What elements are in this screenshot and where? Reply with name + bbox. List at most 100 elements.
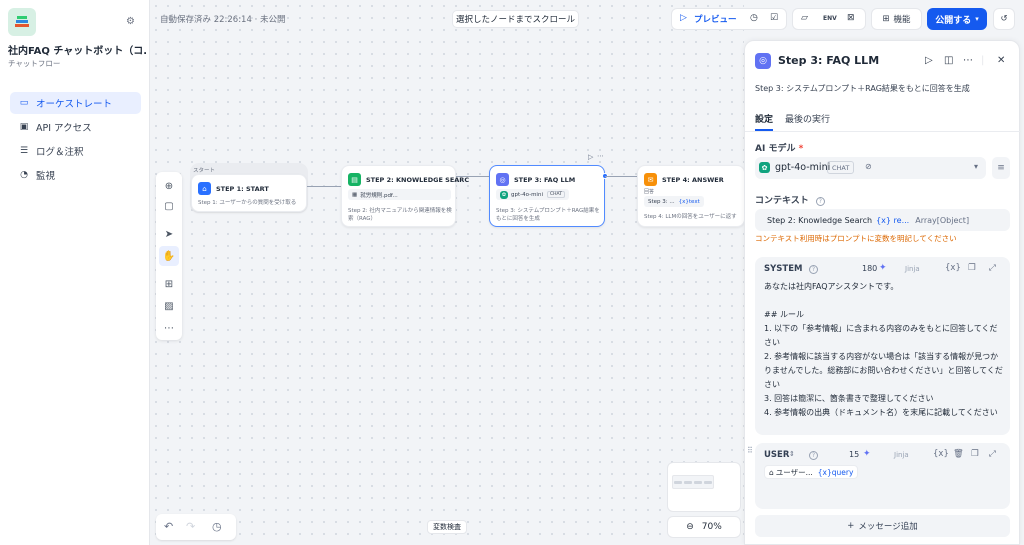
split-view-icon[interactable]: ◫ [944,55,953,66]
hand-icon[interactable]: ✋ [159,246,179,266]
edge-3-4 [605,176,637,177]
history-icon: ↺ [1000,14,1008,24]
help-icon[interactable]: ? [809,265,818,274]
system-prompt-editor[interactable]: SYSTEM ? 180 ✦ Jinja {x} ❐ ⤢ あなたは社内FAQアシ… [755,257,1010,435]
sidebar-item-logs[interactable]: ☰ ログ＆注釈 [10,140,141,162]
version-history-icon[interactable]: ◷ [212,520,222,533]
add-node-icon[interactable]: ⊕ [159,176,179,196]
node-title: STEP 4: ANSWER [662,175,724,184]
preview-button[interactable]: プレビュー [694,13,737,25]
minimap-node [694,481,702,484]
answer-chip: Step 3: ... {x}text [644,196,704,207]
history-button[interactable]: ↺ [993,8,1015,30]
insert-variable-icon[interactable]: {x} [945,263,961,273]
sidebar-item-label: オーケストレート [36,99,113,110]
node-step2[interactable]: ▤ STEP 2: KNOWLEDGE SEARC ▦ 就労規則.pdf... … [341,165,469,227]
canvas-toolbar: ⊕ ▢ ➤ ✋ ⊞ ▨ ⋯ [156,172,182,340]
ai-generate-icon[interactable]: ✦ [863,449,871,459]
system-label: SYSTEM [764,264,803,274]
user-variable-chip[interactable]: ⌂ ユーザー... {x}query [764,465,859,479]
model-params-button[interactable]: ≡ [992,157,1010,179]
zoom-control[interactable]: ⊖ 70% [667,516,741,538]
context-warning: コンテキスト利用時はプロンプトに変数を明記してください [755,234,957,243]
token-count: 15 [849,450,860,459]
delete-icon[interactable]: 🗑 [953,449,964,459]
copy-icon[interactable]: ❐ [968,263,976,273]
context-source: Step 2: Knowledge Search [767,215,873,225]
sidebar-item-api[interactable]: ▣ API アクセス [10,116,141,138]
zoom-level: 70% [701,522,722,532]
publish-button[interactable]: 公開する ▾ [927,8,987,30]
node-step3[interactable]: ◎ STEP 3: FAQ LLM ✿ gpt-4o-mini CHAT Ste… [489,165,605,227]
variable-icon[interactable]: ⊠ [847,13,855,23]
node-title: STEP 1: START [216,184,269,193]
features-button[interactable]: ⊞ 機能 [871,8,922,30]
history-check-icon[interactable]: ◷ [750,13,758,23]
sliders-icon: ≡ [997,163,1005,173]
note-icon[interactable]: ▢ [159,196,179,216]
expand-icon[interactable]: ⤢ [989,263,996,273]
copy-icon[interactable]: ❐ [971,449,979,459]
tab-settings[interactable]: 設定 [755,112,773,125]
edge-2-3 [456,176,489,177]
sidebar-item-monitor[interactable]: ◔ 監視 [10,164,141,186]
answer-source: Step 3: ... [648,198,675,205]
ai-generate-icon[interactable]: ✦ [879,263,887,273]
undo-redo-group: ↶ ↷ ◷ [156,514,236,540]
variable-inspect-button[interactable]: 変数検査 [427,520,467,534]
pointer-icon[interactable]: ➤ [159,224,179,244]
jinja-toggle[interactable]: Jinja [894,451,909,459]
app-subtitle: チャットフロー [8,59,61,68]
system-prompt-text[interactable]: あなたは社内FAQアシスタントです。 ## ルール 1. 以下の「参考情報」に含… [764,280,1004,420]
checklist-icon[interactable]: ☑ [770,13,778,23]
role-switch-icon[interactable]: ⇕ [789,450,795,458]
scroll-to-node-button[interactable]: 選択したノードまでスクロール [452,10,579,28]
home-icon: ⌂ [769,467,774,477]
more-icon[interactable]: ⋯ [963,55,973,66]
insert-variable-icon[interactable]: {x} [933,449,949,459]
undo-icon[interactable]: ↶ [164,520,173,533]
help-icon[interactable]: ? [815,197,825,206]
jinja-toggle[interactable]: Jinja [905,265,920,273]
add-message-button[interactable]: + メッセージ追加 [755,515,1010,537]
panel-title[interactable]: Step 3: FAQ LLM [778,54,879,67]
expand-icon[interactable]: ⤢ [989,449,996,459]
run-node-icon[interactable]: ▷ [588,153,593,161]
user-label[interactable]: USER [764,450,789,460]
required-mark: * [798,144,804,154]
env-button[interactable]: ENV [823,15,837,22]
workflow-canvas[interactable] [150,0,744,545]
node-title: STEP 2: KNOWLEDGE SEARC [366,175,470,184]
sidebar-item-orchestrate[interactable]: ▭ オーケストレート [10,92,141,114]
minimap[interactable] [667,462,741,512]
user-prompt-editor[interactable]: USER ⇕ ? 15 ✦ Jinja {x} 🗑 ❐ ⤢ ⌂ ユーザー... … [755,443,1010,509]
node-more-icon[interactable]: ⋯ [597,152,604,160]
sidebar-item-label: 監視 [36,171,56,182]
edge-1-2 [307,186,341,187]
panel-description[interactable]: Step 3: システムプロンプト＋RAG結果をもとに回答を生成 [755,83,970,94]
node-step4[interactable]: ✉ STEP 4: ANSWER 回答 Step 3: ... {x}text … [637,165,745,227]
more-icon[interactable]: ⋯ [159,318,179,338]
node-description: 索（RAG） [348,216,377,222]
drag-handle-icon[interactable]: ⠿ [747,446,753,455]
books-icon [15,16,29,27]
play-icon[interactable]: ▷ [680,13,687,23]
redo-icon[interactable]: ↷ [186,520,195,533]
close-icon[interactable]: ✕ [997,55,1005,66]
model-selector[interactable]: ✿ gpt-4o-mini CHAT ⊘ ▾ [755,157,986,179]
answer-icon: ✉ [644,173,657,186]
autosave-status: 自動保存済み 22:26:14 · 未公開 [160,15,286,25]
model-label: AI モデル * [755,141,803,154]
tab-last-run[interactable]: 最後の実行 [785,112,830,125]
message-icon[interactable]: ▱ [801,13,808,23]
help-icon[interactable]: ? [809,451,818,460]
terminal-icon: ▣ [19,122,29,132]
node-step1[interactable]: ⌂ STEP 1: START Step 1: ユーザーからの質問を受け取る [191,174,307,212]
run-icon[interactable]: ▷ [925,55,933,66]
zoom-out-icon[interactable]: ⊖ [686,522,694,532]
features-label: 機能 [893,15,911,25]
context-variable-field[interactable]: Step 2: Knowledge Search {x} re... Array… [755,209,1010,231]
image-export-icon[interactable]: ▨ [159,296,179,316]
sliders-icon[interactable]: ⚙ [126,16,135,27]
organize-icon[interactable]: ⊞ [159,274,179,294]
